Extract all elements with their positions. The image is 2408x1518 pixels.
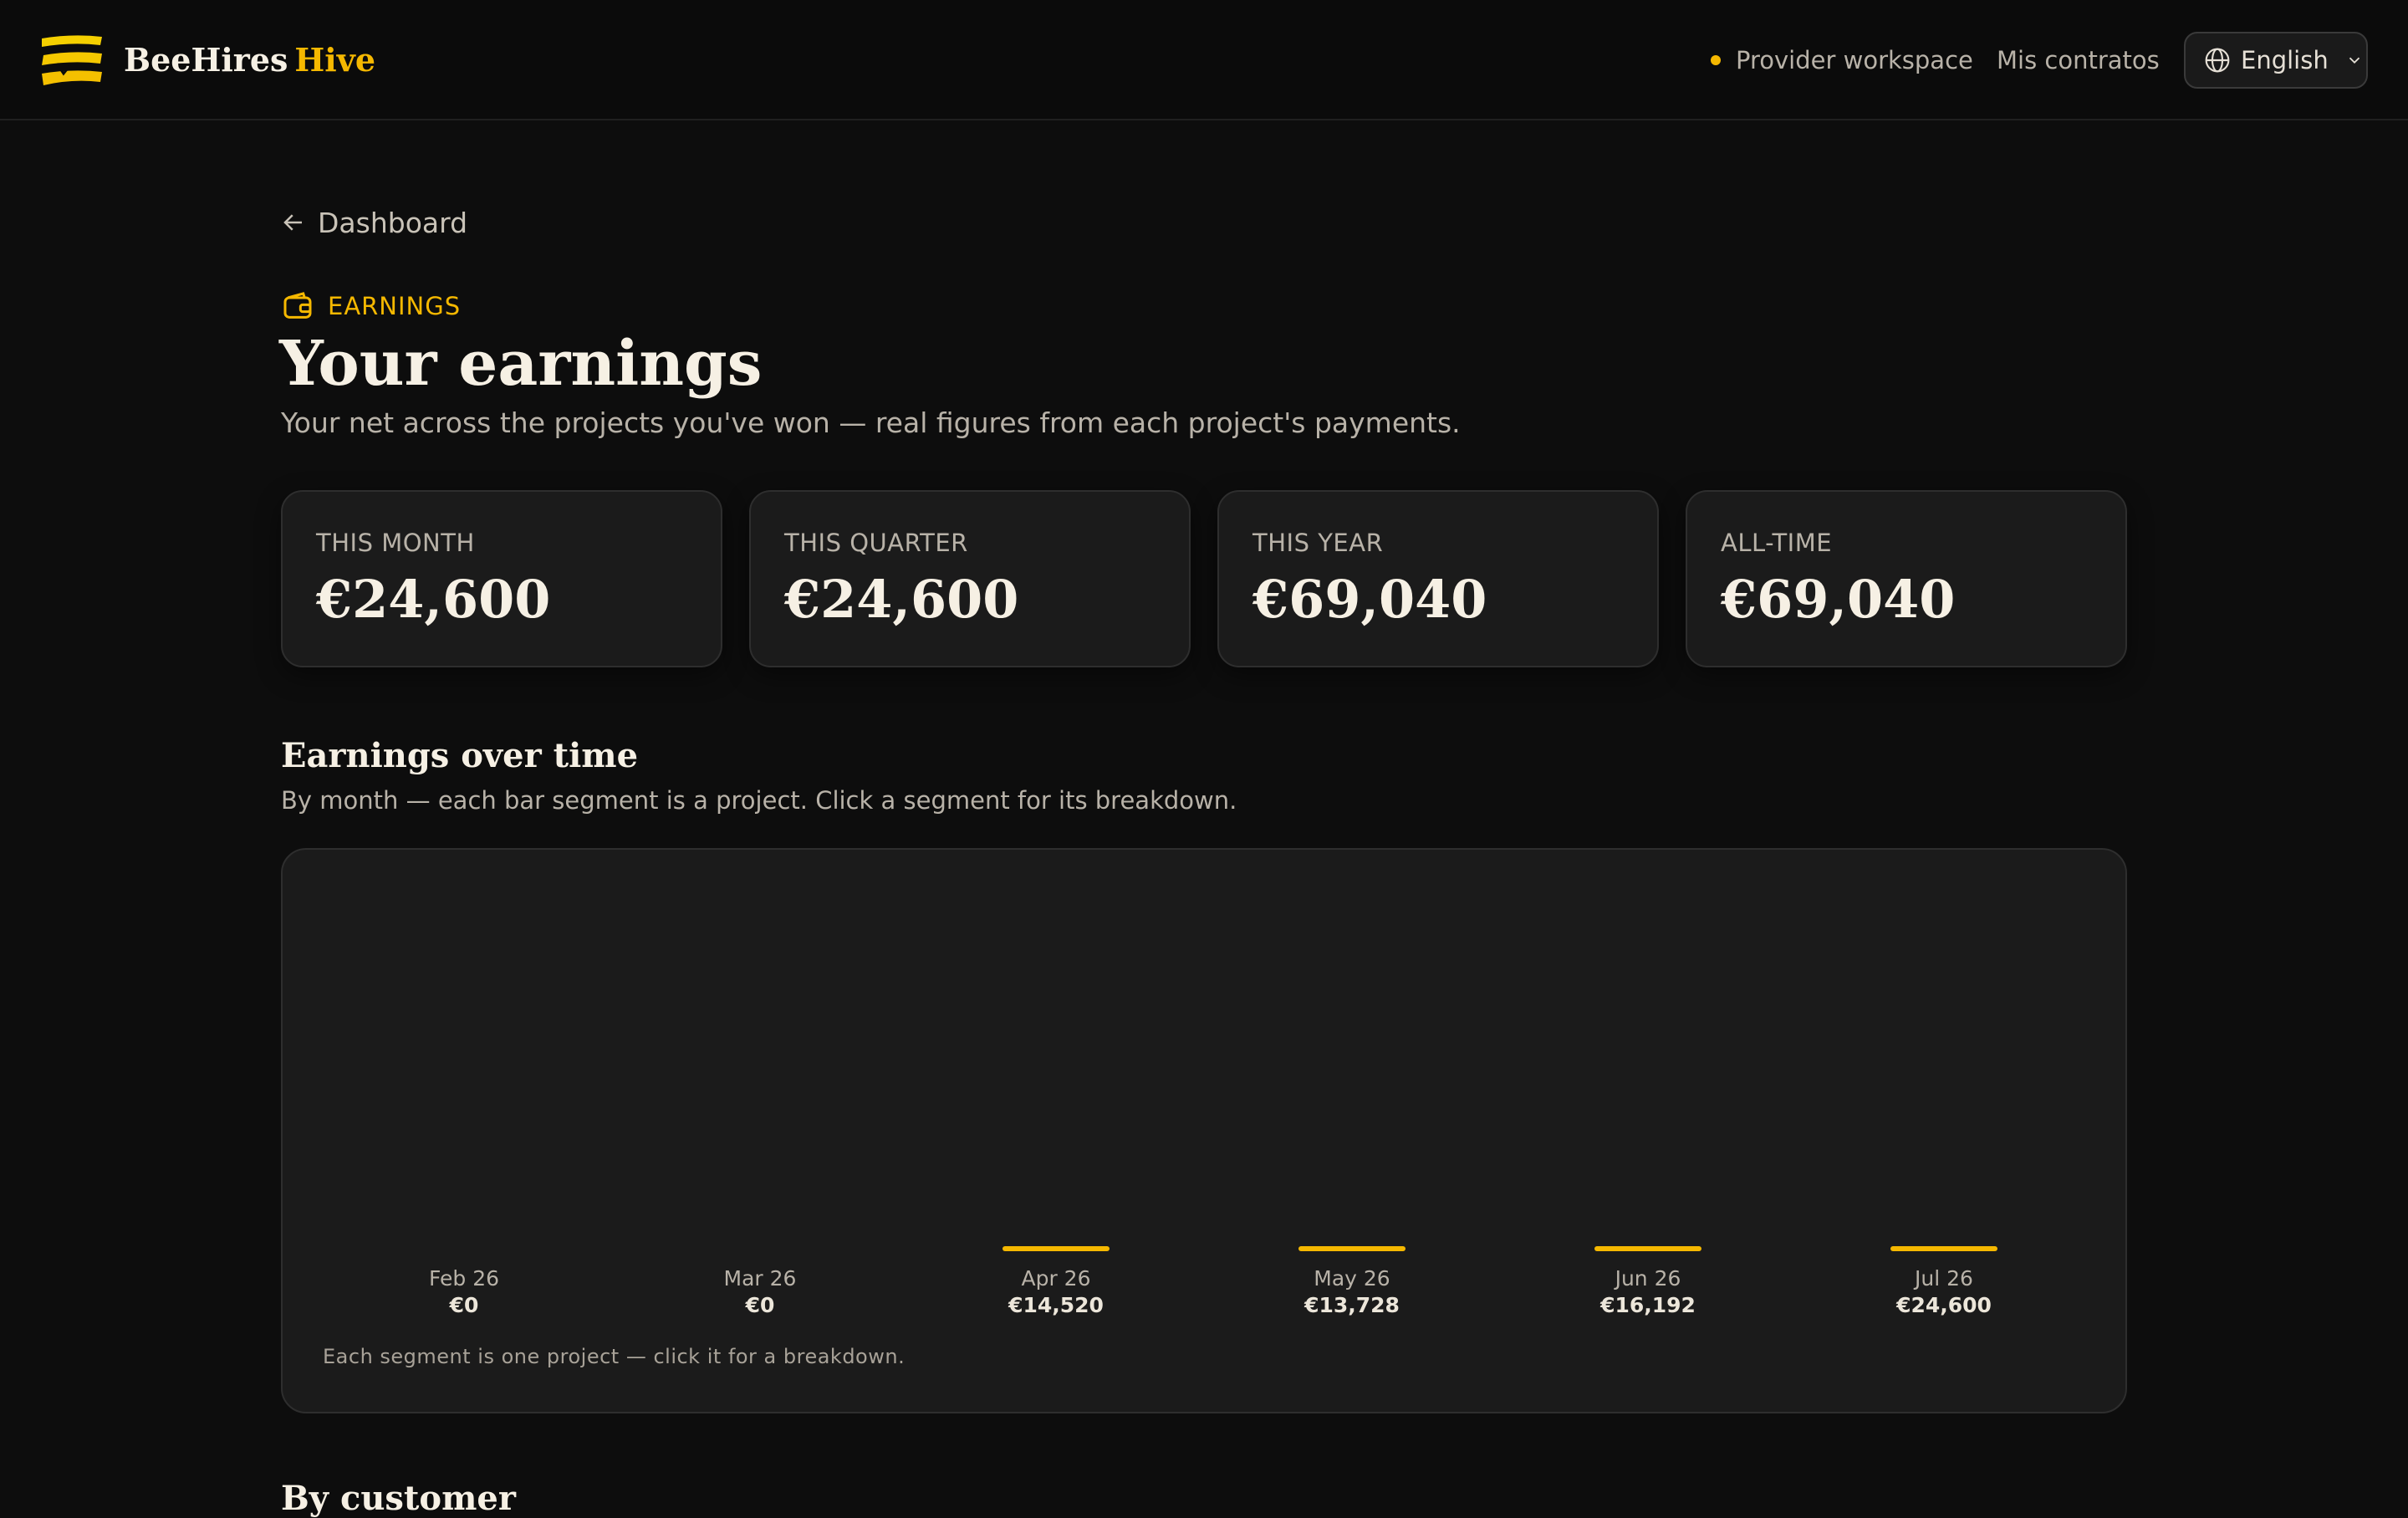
bar-value-label: €0 xyxy=(745,1293,775,1317)
brand-name[interactable]: BeeHires Hive xyxy=(124,37,375,84)
earnings-bar-chart: Feb 26€0Mar 26€0Apr 26€14,520May 26€13,7… xyxy=(429,1246,1997,1317)
bar-segment-may-26[interactable] xyxy=(1298,1246,1406,1251)
brand-suffix: Hive xyxy=(294,41,376,79)
bar-segment-jun-26[interactable] xyxy=(1594,1246,1701,1251)
x-tick-label: Apr 26 xyxy=(1021,1266,1090,1291)
stat-label: THIS MONTH xyxy=(316,529,475,557)
page-title: Your earnings xyxy=(279,328,763,400)
x-tick-label: Mar 26 xyxy=(724,1266,797,1291)
stat-label: THIS QUARTER xyxy=(784,529,968,557)
earnings-over-time-title: Earnings over time xyxy=(281,736,639,775)
bar-value-label: €0 xyxy=(449,1293,479,1317)
back-to-dashboard-link[interactable]: Dashboard xyxy=(281,204,467,241)
earnings-chart-card: Feb 26 €0 Mar 26 €0 Apr 26 €14,520 May 26 €13,7… xyxy=(281,848,2127,1413)
bar-segment-apr-26[interactable] xyxy=(1002,1246,1110,1251)
bar-value-label: €16,192 xyxy=(1599,1293,1696,1317)
x-tick-label: Feb 26 xyxy=(429,1266,499,1291)
stat-value: €24,600 xyxy=(784,569,1019,630)
brand-name-text: BeeHires xyxy=(124,41,288,79)
stat-card-this-month: THIS MONTH €24,600 xyxy=(281,490,722,667)
chevron-down-icon xyxy=(2349,57,2360,64)
back-label: Dashboard xyxy=(318,206,468,239)
x-tick-label: Jun 26 xyxy=(1614,1266,1681,1291)
stat-card-all-time: ALL-TIME €69,040 xyxy=(1686,490,2127,667)
top-bar: BeeHires Hive Provider workspace Mis cont… xyxy=(0,0,2408,120)
stat-card-this-quarter: THIS QUARTER €24,600 xyxy=(749,490,1191,667)
stat-value: €69,040 xyxy=(1721,569,1956,630)
section-eyebrow: EARNINGS xyxy=(281,288,461,325)
x-tick-label: Jul 26 xyxy=(1913,1266,1973,1291)
stat-value: €24,600 xyxy=(316,569,551,630)
stat-card-this-year: THIS YEAR €69,040 xyxy=(1217,490,1659,667)
arrow-left-icon xyxy=(283,214,302,231)
eyebrow-label: EARNINGS xyxy=(328,292,462,320)
bar-value-label: €24,600 xyxy=(1895,1293,1992,1317)
earnings-over-time-subtitle: By month — each bar segment is a project… xyxy=(281,786,1237,815)
bar-segment-jul-26[interactable] xyxy=(1890,1246,1997,1251)
x-tick-label: May 26 xyxy=(1314,1266,1390,1291)
wallet-icon xyxy=(283,292,312,319)
stat-label: THIS YEAR xyxy=(1252,529,1384,557)
bar-value-label: €13,728 xyxy=(1303,1293,1400,1317)
beehires-logo-icon[interactable] xyxy=(40,32,104,89)
language-selector[interactable]: English xyxy=(2184,32,2368,89)
workspace-label: Provider workspace xyxy=(1736,46,1973,74)
status-dot-icon xyxy=(1711,55,1721,65)
language-label: English xyxy=(2241,46,2329,74)
bar-value-label: €14,520 xyxy=(1008,1293,1104,1317)
stat-value: €69,040 xyxy=(1252,569,1487,630)
by-customer-title: By customer xyxy=(281,1479,516,1518)
provider-workspace-indicator: Provider workspace xyxy=(1711,42,1973,79)
chart-footnote: Each segment is one project — click it f… xyxy=(323,1345,906,1368)
page-subtitle: Your net across the projects you've won … xyxy=(281,406,1461,439)
stat-label: ALL-TIME xyxy=(1721,529,1833,557)
globe-icon xyxy=(2205,48,2230,73)
contracts-link[interactable]: Mis contratos xyxy=(1997,42,2160,79)
